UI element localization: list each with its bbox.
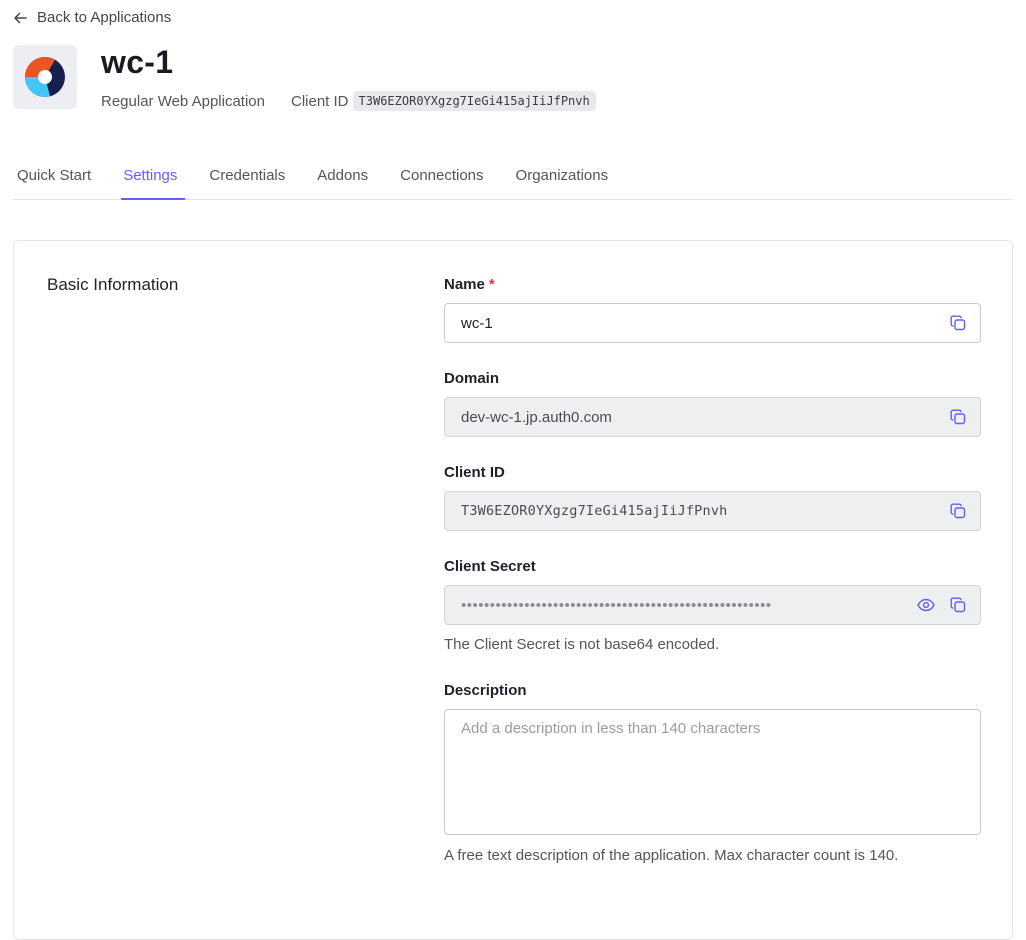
- client-secret-helper: The Client Secret is not base64 encoded.: [444, 636, 720, 653]
- description-helper: A free text description of the applicati…: [444, 847, 899, 864]
- name-field[interactable]: wc-1: [444, 303, 981, 343]
- client-secret-field[interactable]: ••••••••••••••••••••••••••••••••••••••••…: [444, 585, 981, 625]
- name-label-text: Name: [444, 276, 485, 293]
- app-logo-icon: [25, 57, 65, 98]
- app-type: Regular Web Application: [101, 92, 265, 110]
- copy-icon[interactable]: [946, 593, 970, 617]
- back-to-applications-link[interactable]: Back to Applications: [13, 9, 171, 26]
- tab-connections[interactable]: Connections: [396, 157, 499, 199]
- app-title: wc-1: [101, 44, 174, 80]
- copy-icon[interactable]: [946, 405, 970, 429]
- tab-addons[interactable]: Addons: [313, 157, 384, 199]
- client-id-label: Client ID: [291, 92, 349, 110]
- description-textarea[interactable]: Add a description in less than 140 chara…: [444, 709, 981, 835]
- domain-field[interactable]: dev-wc-1.jp.auth0.com: [444, 397, 981, 437]
- client-secret-value: ••••••••••••••••••••••••••••••••••••••••…: [461, 596, 772, 614]
- description-label: Description: [444, 682, 527, 699]
- client-secret-label: Client Secret: [444, 558, 536, 575]
- tab-credentials[interactable]: Credentials: [205, 157, 301, 199]
- tab-bar: Quick Start Settings Credentials Addons …: [13, 157, 1013, 200]
- settings-panel: Basic Information Name * wc-1 Domain dev-…: [13, 240, 1013, 940]
- client-id-value: T3W6EZOR0YXgzg7IeGi415ajIiJfPnvh: [461, 503, 728, 519]
- name-value: wc-1: [461, 314, 493, 332]
- tab-organizations[interactable]: Organizations: [512, 157, 625, 199]
- domain-label: Domain: [444, 370, 500, 387]
- app-logo: [13, 45, 77, 109]
- app-meta: Regular Web Application Client ID T3W6EZ…: [101, 91, 596, 111]
- name-label: Name *: [444, 276, 495, 293]
- copy-icon[interactable]: [946, 311, 970, 335]
- client-id-chip[interactable]: T3W6EZOR0YXgzg7IeGi415ajIiJfPnvh: [352, 91, 596, 111]
- back-link-label: Back to Applications: [37, 9, 172, 26]
- required-marker: *: [488, 276, 495, 293]
- domain-value: dev-wc-1.jp.auth0.com: [461, 408, 612, 426]
- copy-icon[interactable]: [946, 499, 970, 523]
- tab-quick-start[interactable]: Quick Start: [13, 157, 107, 199]
- tab-settings[interactable]: Settings: [119, 157, 193, 200]
- client-id-field[interactable]: T3W6EZOR0YXgzg7IeGi415ajIiJfPnvh: [444, 491, 981, 531]
- client-id-field-label: Client ID: [444, 464, 505, 481]
- arrow-left-icon: [14, 12, 27, 23]
- eye-icon[interactable]: [914, 593, 938, 617]
- section-title: Basic Information: [47, 275, 179, 294]
